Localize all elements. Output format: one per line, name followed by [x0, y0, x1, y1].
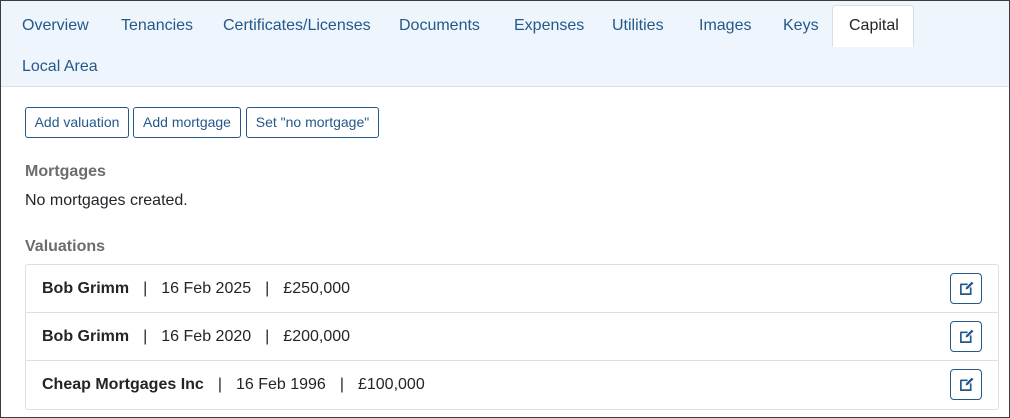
valuation-date: 16 Feb 2025	[161, 280, 252, 297]
valuation-row-text: Cheap Mortgages Inc | 16 Feb 1996 | £100,000	[42, 376, 425, 394]
valuations-list: Bob Grimm | 16 Feb 2025 | £250,000 Bob Grimm…	[25, 264, 999, 410]
tab-certificates-licenses[interactable]: Certificates/Licenses	[223, 16, 371, 36]
valuer-name: Bob Grimm	[42, 328, 130, 345]
valuation-date: 16 Feb 2020	[161, 328, 252, 345]
edit-valuation-button[interactable]	[950, 273, 982, 304]
set-no-mortgage-button[interactable]: Set "no mortgage"	[246, 107, 379, 138]
tab-local-area[interactable]: Local Area	[22, 57, 98, 77]
capital-panel: Overview Tenancies Certificates/Licenses…	[0, 0, 1010, 418]
tab-capital[interactable]: Capital	[832, 5, 914, 47]
tab-bar: Overview Tenancies Certificates/Licenses…	[1, 1, 1009, 87]
add-valuation-button[interactable]: Add valuation	[25, 107, 129, 138]
tab-documents[interactable]: Documents	[399, 16, 480, 36]
no-mortgages-text: No mortgages created.	[25, 192, 188, 209]
edit-icon	[960, 281, 974, 295]
valuation-row-text: Bob Grimm | 16 Feb 2020 | £200,000	[42, 328, 350, 346]
valuation-amount: £250,000	[283, 280, 351, 297]
tab-images[interactable]: Images	[699, 16, 751, 36]
valuation-row-text: Bob Grimm | 16 Feb 2025 | £250,000	[42, 280, 350, 298]
tab-overview[interactable]: Overview	[22, 16, 89, 36]
mortgages-heading: Mortgages	[25, 163, 106, 180]
separator: |	[143, 328, 148, 345]
tab-utilities[interactable]: Utilities	[612, 16, 664, 36]
valuation-date: 16 Feb 1996	[235, 376, 326, 393]
edit-icon	[960, 329, 974, 343]
tab-keys[interactable]: Keys	[783, 16, 819, 36]
separator: |	[143, 280, 148, 297]
valuations-heading: Valuations	[25, 238, 106, 255]
valuation-row: Bob Grimm | 16 Feb 2020 | £200,000	[26, 313, 998, 361]
edit-valuation-button[interactable]	[950, 321, 982, 352]
tab-expenses[interactable]: Expenses	[514, 16, 584, 36]
valuation-row: Cheap Mortgages Inc | 16 Feb 1996 | £100,000	[26, 361, 998, 409]
add-mortgage-button[interactable]: Add mortgage	[133, 107, 241, 138]
separator: |	[265, 328, 270, 345]
separator: |	[339, 376, 344, 393]
valuation-amount: £100,000	[357, 376, 425, 393]
edit-valuation-button[interactable]	[950, 369, 982, 400]
valuer-name: Bob Grimm	[42, 280, 130, 297]
valuation-row: Bob Grimm | 16 Feb 2025 | £250,000	[26, 265, 998, 313]
valuation-amount: £200,000	[283, 328, 351, 345]
separator: |	[217, 376, 222, 393]
tab-tenancies[interactable]: Tenancies	[121, 16, 193, 36]
separator: |	[265, 280, 270, 297]
edit-icon	[960, 377, 974, 391]
valuer-name: Cheap Mortgages Inc	[42, 376, 204, 393]
